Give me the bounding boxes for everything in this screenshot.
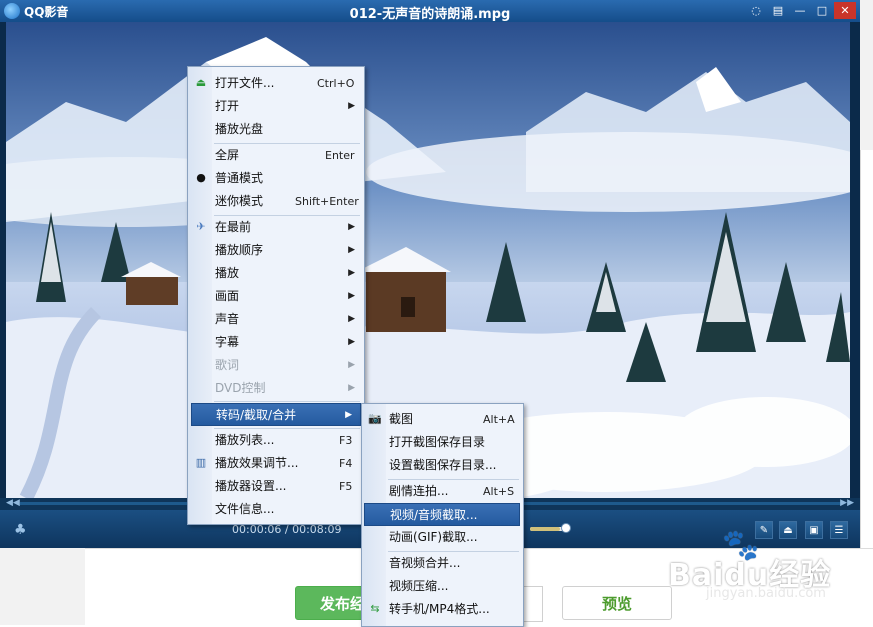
submenu-arrow-icon: ▶ [348, 337, 355, 347]
menu-item-normal-mode[interactable]: ● 普通模式 [189, 167, 363, 190]
preview-button[interactable]: 预览 [562, 586, 672, 620]
close-button[interactable]: ✕ [834, 2, 856, 19]
submenu-arrow-icon: ▶ [348, 383, 355, 393]
menu-item-open[interactable]: 打开 ▶ [189, 95, 363, 118]
submenu-arrow-icon: ▶ [348, 268, 355, 278]
seek-back-icon[interactable]: ◀◀ [6, 498, 20, 508]
window-controls: ◌ ▤ — □ ✕ [746, 2, 856, 19]
menu-item-dvd-control: DVD控制 ▶ [189, 377, 363, 400]
footprint-icon[interactable]: ♣ [14, 522, 27, 538]
menu-icon[interactable]: ▤ [768, 2, 788, 19]
submenu-item-gif-capture[interactable]: 动画(GIF)截取... [363, 526, 522, 549]
title-bar[interactable]: QQ影音 012-无声音的诗朗诵.mpg ◌ ▤ — □ ✕ [0, 0, 860, 22]
menu-item-subtitle[interactable]: 字幕 ▶ [189, 331, 363, 354]
seek-forward-icon[interactable]: ▶▶ [840, 498, 854, 508]
submenu-arrow-icon: ▶ [348, 101, 355, 111]
submenu-item-open-screenshot-folder[interactable]: 打开截图保存目录 [363, 431, 522, 454]
menu-separator [214, 401, 360, 402]
menu-item-open-file[interactable]: ⏏ 打开文件... Ctrl+O [189, 72, 363, 95]
window-title: 012-无声音的诗朗诵.mpg [349, 7, 511, 22]
menu-item-file-info[interactable]: 文件信息... [189, 498, 363, 521]
context-menu: ⏏ 打开文件... Ctrl+O 打开 ▶ 播放光盘 全屏 Enter ● 普通… [187, 66, 365, 525]
submenu-arrow-icon: ▶ [345, 410, 352, 420]
menu-item-play-order[interactable]: 播放顺序 ▶ [189, 239, 363, 262]
submenu-item-screenshot[interactable]: 📷 截图 Alt+A [363, 408, 522, 431]
menu-item-play-disc[interactable]: 播放光盘 [189, 118, 363, 141]
submenu-item-av-clip[interactable]: 视频/音频截取... [364, 503, 520, 526]
submenu-arrow-icon: ▶ [348, 291, 355, 301]
menu-item-effect-adjust[interactable]: ▥ 播放效果调节... F4 [189, 452, 363, 475]
watermark-url: jingyan.baidu.com [706, 586, 826, 601]
radio-dot-icon: ● [196, 171, 206, 184]
submenu-item-to-mp4[interactable]: ⇆ 转手机/MP4格式... [363, 598, 522, 621]
camera-icon: 📷 [368, 412, 382, 425]
submenu-item-av-merge[interactable]: 音视频合并... [363, 552, 522, 575]
menu-item-mini-mode[interactable]: 迷你模式 Shift+Enter [189, 190, 363, 213]
menu-item-playlist[interactable]: 播放列表... F3 [189, 429, 363, 452]
menu-item-player-settings[interactable]: 播放器设置... F5 [189, 475, 363, 498]
volume-knob[interactable] [561, 523, 571, 533]
volume-fill [530, 527, 560, 531]
menu-item-picture[interactable]: 画面 ▶ [189, 285, 363, 308]
baidu-jingyan-watermark: 🐾 Baidu经验 jingyan.baidu.com [668, 528, 868, 618]
submenu-arrow-icon: ▶ [348, 245, 355, 255]
menu-item-fullscreen[interactable]: 全屏 Enter [189, 144, 363, 167]
phone-convert-icon: ⇆ [370, 602, 380, 615]
menu-item-transcode-capture-merge[interactable]: 转码/截取/合并 ▶ [191, 403, 361, 426]
transcode-submenu: 📷 截图 Alt+A 打开截图保存目录 设置截图保存目录... 剧情连拍... … [361, 403, 524, 627]
minimize-button[interactable]: — [790, 2, 810, 19]
maximize-button[interactable]: □ [812, 2, 832, 19]
eject-icon: ⏏ [195, 76, 207, 89]
menu-item-lyrics: 歌词 ▶ [189, 354, 363, 377]
submenu-arrow-icon: ▶ [348, 314, 355, 324]
submenu-item-video-compress[interactable]: 视频压缩... [363, 575, 522, 598]
submenu-item-burst-capture[interactable]: 剧情连拍... Alt+S [363, 480, 522, 503]
submenu-arrow-icon: ▶ [348, 222, 355, 232]
menu-item-sound[interactable]: 声音 ▶ [189, 308, 363, 331]
secondary-button[interactable] [522, 586, 543, 622]
menu-item-always-on-top[interactable]: ✈ 在最前 ▶ [189, 216, 363, 239]
menu-item-play[interactable]: 播放 ▶ [189, 262, 363, 285]
submenu-arrow-icon: ▶ [348, 360, 355, 370]
equalizer-icon: ▥ [195, 456, 207, 469]
pin-icon: ✈ [196, 220, 206, 233]
skin-icon[interactable]: ◌ [746, 2, 766, 19]
submenu-item-set-screenshot-folder[interactable]: 设置截图保存目录... [363, 454, 522, 477]
